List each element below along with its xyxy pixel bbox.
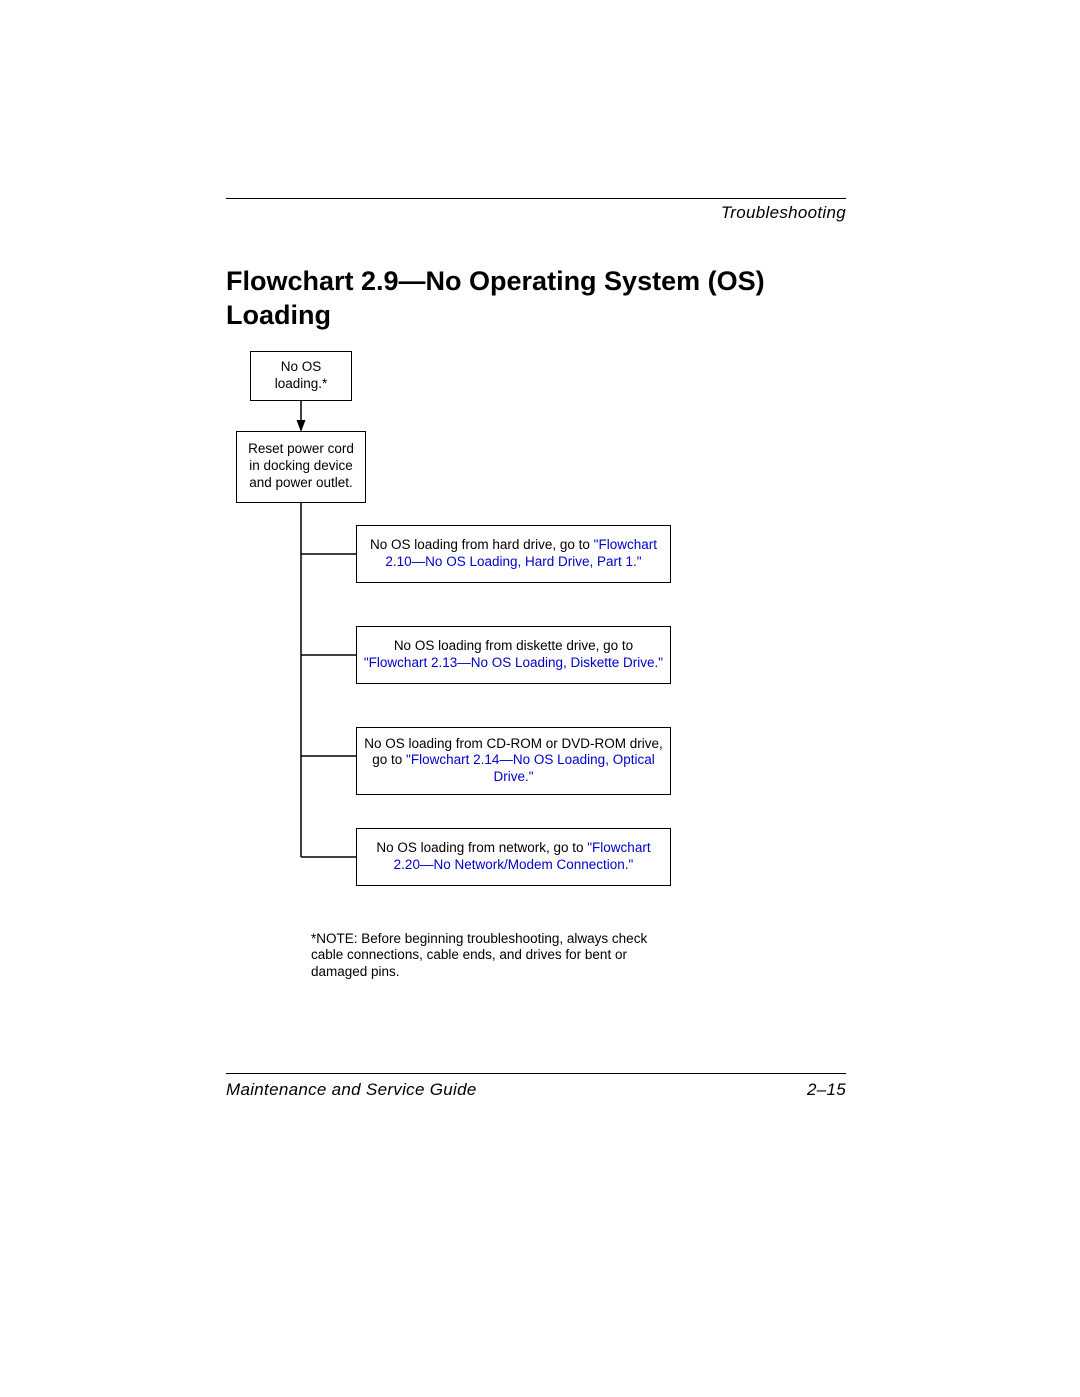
flowchart-reset-node: Reset power cord in docking device and p… [236,431,366,503]
section-label: Troubleshooting [226,203,846,223]
flowchart-branch-network: No OS loading from network, go to "Flowc… [356,828,671,886]
flowchart-branch-optical: No OS loading from CD-ROM or DVD-ROM dri… [356,727,671,796]
branch-text: No OS loading from network, go to [376,840,587,855]
branch-text: No OS loading from diskette drive, go to [394,638,633,653]
flowchart-branch-diskette: No OS loading from diskette drive, go to… [356,626,671,684]
header-rule [226,198,846,199]
flowchart-start-text: No OS loading.* [257,359,345,393]
flowchart-start-node: No OS loading.* [250,351,352,401]
flowchart-reset-text: Reset power cord in docking device and p… [243,441,359,492]
flowchart-note: *NOTE: Before beginning troubleshooting,… [311,931,681,982]
page-title: Flowchart 2.9—No Operating System (OS) L… [226,265,846,333]
flowchart-branch-hard-drive: No OS loading from hard drive, go to "Fl… [356,525,671,583]
footer-guide-name: Maintenance and Service Guide [226,1080,477,1100]
footer-rule [226,1073,846,1074]
flowchart-diagram: No OS loading.* Reset power cord in dock… [236,351,796,951]
page-content: Troubleshooting Flowchart 2.9—No Operati… [226,198,846,951]
branch-text: No OS loading from hard drive, go to [370,537,594,552]
branch-link[interactable]: "Flowchart 2.13—No OS Loading, Diskette … [364,655,663,670]
page-footer: Maintenance and Service Guide 2–15 [226,1073,846,1100]
footer-page-number: 2–15 [807,1080,846,1100]
branch-link[interactable]: "Flowchart 2.14—No OS Loading, Optical D… [406,752,655,784]
